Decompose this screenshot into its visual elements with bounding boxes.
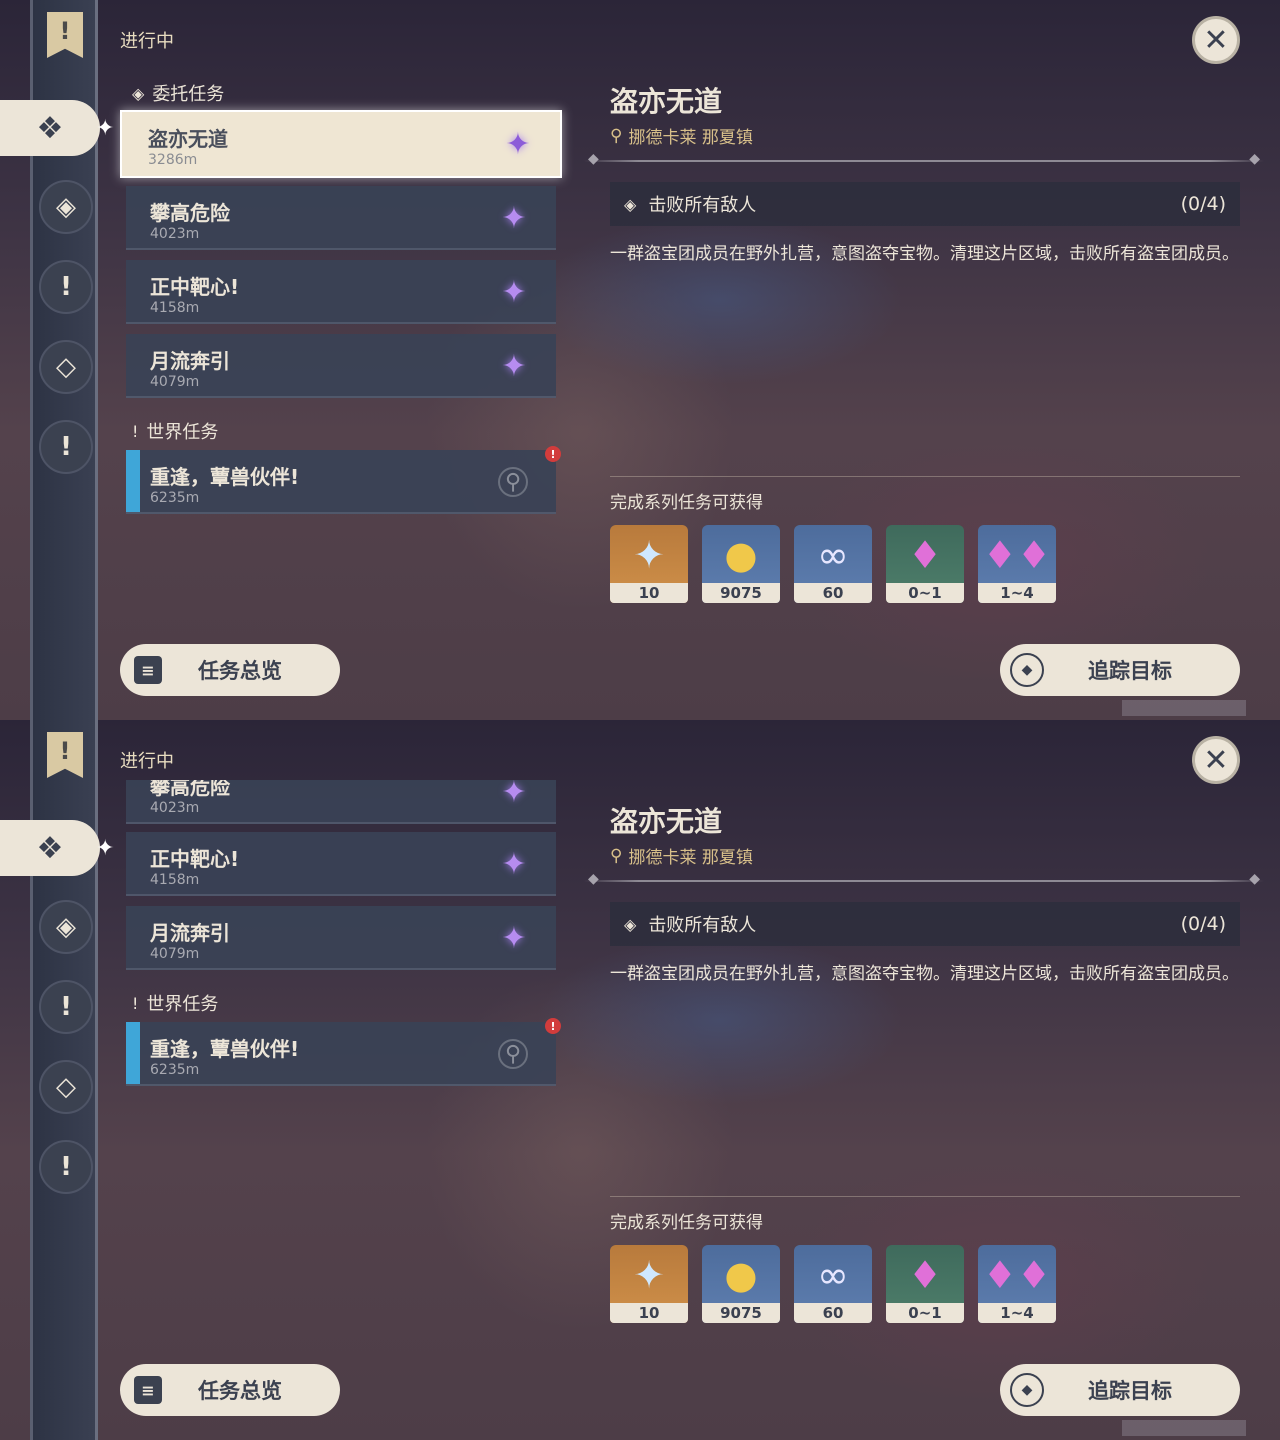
objective-diamond-icon: ◈ <box>624 194 637 214</box>
reward-item[interactable]: ∞ 60 <box>794 1245 872 1323</box>
quest-item-selected[interactable]: 盗亦无道 3286m ✦ <box>120 110 562 178</box>
track-diamond-icon: ◆ <box>1010 653 1044 687</box>
close-icon: ✕ <box>1203 22 1229 58</box>
legend-quest-icon[interactable]: ◇ <box>39 1060 93 1114</box>
commission-star-icon: ✦ <box>501 920 527 956</box>
location-pin-icon: ⚲ <box>610 845 623 866</box>
commission-tab-icon[interactable]: ❖ <box>0 100 100 156</box>
divider <box>610 1196 1240 1197</box>
status-label: 进行中 <box>120 31 174 52</box>
objective-row: ◈ 击败所有敌人 (0/4) <box>610 182 1240 226</box>
crystal-icon: ♦ <box>907 533 943 577</box>
world-quest-bar <box>126 450 140 512</box>
companionship-exp-icon: ∞ <box>817 1253 849 1297</box>
commission-star-icon: ✦ <box>501 348 527 384</box>
world-quest-item[interactable]: 重逢，蕈兽伙伴! 6235m ⚲ <box>126 1022 556 1086</box>
world-quest-item[interactable]: 重逢，蕈兽伙伴! 6235m ⚲ <box>126 450 556 514</box>
primogem-icon: ✦ <box>633 1253 665 1297</box>
commission-star-icon: ✦ <box>501 274 527 310</box>
sparkle-icon: ✦ <box>96 116 115 141</box>
crystal-cluster-icon: ♦♦ <box>982 1253 1052 1297</box>
archon-quest-icon[interactable]: ◈ <box>39 180 93 234</box>
quest-list-clip: 攀高危险 4023m ✦ <box>126 780 556 824</box>
divider <box>584 151 1264 167</box>
quest-panel-bottom: ! ◈ ! ◇ ! ❖ ✦ 进行中 攀高危险 4023m ✦ 正中靶心! 415… <box>0 720 1280 1440</box>
reward-item[interactable]: ✦ 10 <box>610 525 688 603</box>
world-section-label: ! 世界任务 <box>132 993 219 1016</box>
home-indicator <box>1122 700 1246 716</box>
divider <box>610 476 1240 477</box>
location-pin-icon: ⚲ <box>498 467 528 497</box>
crystal-cluster-icon: ♦♦ <box>982 533 1052 577</box>
world-quest-bar <box>126 1022 140 1084</box>
detail-description: 一群盗宝团成员在野外扎营，意图盗夺宝物。清理这片区域，击败所有盗宝团成员。 <box>610 244 1239 264</box>
world-section-label: ! 世界任务 <box>132 421 219 444</box>
sparkle-icon: ✦ <box>96 836 115 861</box>
quest-overview-button[interactable]: ≡ 任务总览 <box>120 644 340 696</box>
quest-book-icon: ≡ <box>134 656 162 684</box>
crystal-icon: ♦ <box>907 1253 943 1297</box>
world-quest-icon[interactable]: ! <box>39 260 93 314</box>
commission-section-label: ◈ 委托任务 <box>132 83 225 106</box>
detail-description: 一群盗宝团成员在野外扎营，意图盗夺宝物。清理这片区域，击败所有盗宝团成员。 <box>610 964 1239 984</box>
quest-item[interactable]: 正中靶心! 4158m ✦ <box>126 260 556 324</box>
world-quest-icon[interactable]: ! <box>39 980 93 1034</box>
reward-item[interactable]: ♦♦ 1~4 <box>978 525 1056 603</box>
quest-item[interactable]: 月流奔引 4079m ✦ <box>126 334 556 398</box>
reward-item[interactable]: ♦ 0~1 <box>886 525 964 603</box>
event-quest-icon[interactable]: ! <box>39 1140 93 1194</box>
banner-icon[interactable]: ! <box>47 732 83 778</box>
objective-row: ◈ 击败所有敌人 (0/4) <box>610 902 1240 946</box>
banner-icon[interactable]: ! <box>47 12 83 58</box>
commission-star-icon: ✦ <box>501 780 527 810</box>
reward-item[interactable]: ∞ 60 <box>794 525 872 603</box>
status-label: 进行中 <box>120 751 174 772</box>
detail-location: ⚲ 挪德卡莱 那夏镇 <box>610 845 753 869</box>
objective-diamond-icon: ◈ <box>624 914 637 934</box>
location-pin-icon: ⚲ <box>610 125 623 146</box>
track-diamond-icon: ◆ <box>1010 1373 1044 1407</box>
mora-icon: ● <box>724 533 758 577</box>
detail-location: ⚲ 挪德卡莱 那夏镇 <box>610 125 753 149</box>
reward-item[interactable]: ♦ 0~1 <box>886 1245 964 1323</box>
reward-item[interactable]: ♦♦ 1~4 <box>978 1245 1056 1323</box>
quest-overview-button[interactable]: ≡ 任务总览 <box>120 1364 340 1416</box>
quest-item[interactable]: 正中靶心! 4158m ✦ <box>126 832 556 896</box>
commission-star-icon: ✦ <box>501 846 527 882</box>
track-button[interactable]: ◆ 追踪目标 <box>1000 1364 1240 1416</box>
exclamation-icon: ! <box>132 421 139 441</box>
quest-book-icon: ≡ <box>134 1376 162 1404</box>
reward-item[interactable]: ● 9075 <box>702 525 780 603</box>
alert-badge-icon: ! <box>545 446 561 462</box>
detail-title: 盗亦无道 <box>610 85 723 118</box>
location-pin-icon: ⚲ <box>498 1039 528 1069</box>
commission-star-icon: ✦ <box>505 126 531 162</box>
rewards-label: 完成系列任务可获得 <box>610 493 763 513</box>
quest-panel-top: ! ◈ ! ◇ ! ❖ ✦ 进行中 ◈ 委托任务 盗亦无道 3286m ✦ 攀高… <box>0 0 1280 720</box>
rewards-label: 完成系列任务可获得 <box>610 1213 763 1233</box>
commission-tab-icon[interactable]: ❖ <box>0 820 100 876</box>
close-button[interactable]: ✕ <box>1192 16 1240 64</box>
companionship-exp-icon: ∞ <box>817 533 849 577</box>
archon-quest-icon[interactable]: ◈ <box>39 900 93 954</box>
event-quest-icon[interactable]: ! <box>39 420 93 474</box>
commission-diamond-icon: ◈ <box>132 83 145 103</box>
close-button[interactable]: ✕ <box>1192 736 1240 784</box>
alert-badge-icon: ! <box>545 1018 561 1034</box>
home-indicator <box>1122 1420 1246 1436</box>
track-button[interactable]: ◆ 追踪目标 <box>1000 644 1240 696</box>
quest-item[interactable]: 月流奔引 4079m ✦ <box>126 906 556 970</box>
detail-title: 盗亦无道 <box>610 805 723 838</box>
mora-icon: ● <box>724 1253 758 1297</box>
reward-item[interactable]: ✦ 10 <box>610 1245 688 1323</box>
quest-item[interactable]: 攀高危险 4023m ✦ <box>126 186 556 250</box>
commission-star-icon: ✦ <box>501 200 527 236</box>
primogem-icon: ✦ <box>633 533 665 577</box>
close-icon: ✕ <box>1203 742 1229 778</box>
exclamation-icon: ! <box>132 993 139 1013</box>
reward-item[interactable]: ● 9075 <box>702 1245 780 1323</box>
legend-quest-icon[interactable]: ◇ <box>39 340 93 394</box>
quest-item[interactable]: 攀高危险 4023m ✦ <box>126 780 556 824</box>
divider <box>584 871 1264 887</box>
